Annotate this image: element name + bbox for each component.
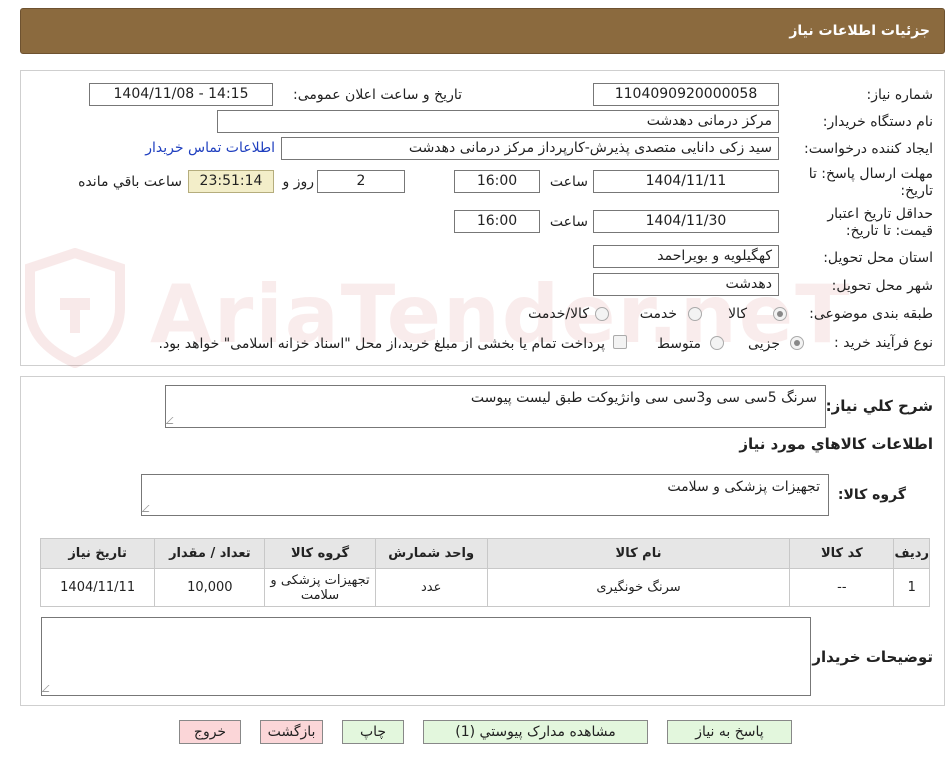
cell-item-code: -- [789,568,895,607]
page-title: جزئیات اطلاعات نیاز [789,23,930,39]
remaining-time-timer: 23:51:14 [188,170,274,193]
page-header: جزئیات اطلاعات نیاز [20,8,945,54]
buyer-org-label: نام دستگاه خریدار: [822,114,933,130]
announce-label: تاریخ و ساعت اعلان عمومی: [293,87,462,103]
reply-deadline-days: 2 [317,170,405,193]
buyer-notes-label: توضیحات خریدار: [806,648,933,666]
province-field: کهگیلویه و بویراحمد [593,245,779,268]
category-option-goods-service: کالا/خدمت [528,306,589,322]
category-label: طبقه بندی موضوعی: [809,306,933,322]
category-radio-service[interactable] [688,307,702,321]
goods-group-textarea[interactable]: تجهیزات پزشکی و سلامت [141,474,829,516]
goods-table: ردیف کد کالا نام کالا واحد شمارش گروه کا… [39,538,930,607]
header-need-date: تاریخ نیاز [39,538,156,569]
price-validity-time: 16:00 [454,210,540,233]
reply-deadline-label: مهلت ارسال پاسخ: تا تاریخ: [808,166,933,199]
requester-label: ایجاد کننده درخواست: [804,141,933,157]
header-quantity: تعداد / مقدار [154,538,266,569]
summary-label: شرح کلي نياز: [825,397,933,415]
treasury-payment-checkbox[interactable] [613,335,627,349]
purchase-type-option-minor: جزیی [748,336,780,352]
requester-field: سید زکی دانایی متصدی پذیرش-کارپرداز مرکز… [281,137,779,160]
back-button[interactable]: بازگشت [260,720,323,744]
header-goods-group: گروه کالا [264,538,376,569]
buyer-contact-link[interactable]: اطلاعات تماس خریدار [145,140,275,156]
need-number-field: 1104090920000058 [593,83,779,106]
city-field: دهدشت [593,273,779,296]
exit-button[interactable]: خروج [179,720,241,744]
goods-group-resize-handle[interactable] [143,504,153,514]
reply-deadline-days-label: روز و [282,174,315,190]
summary-textarea[interactable]: سرنگ 5سی سی و3سی سی وانژیوکت طبق لیست پی… [165,385,826,428]
remaining-time-label: ساعت باقي مانده [78,174,182,190]
header-unit: واحد شمارش [374,538,488,569]
buyer-org-field: مرکز درمانی دهدشت [217,110,779,133]
price-validity-label: حداقل تاریخ اعتبار قیمت: تا تاریخ: [827,206,933,239]
cell-unit: عدد [374,568,488,607]
purchase-type-radio-medium[interactable] [710,336,724,350]
summary-resize-handle[interactable] [167,416,177,426]
buyer-notes-textarea[interactable] [41,617,811,696]
announce-field: 1404/11/08 - 14:15 [89,83,273,106]
goods-group-label: گروه کالا: [837,487,906,503]
purchase-type-option-medium: متوسط [657,336,701,352]
goods-table-header: ردیف کد کالا نام کالا واحد شمارش گروه کا… [39,538,930,569]
reply-deadline-time-label: ساعت [549,174,588,190]
reply-deadline-date: 1404/11/11 [593,170,779,193]
purchase-type-radio-minor[interactable] [790,336,804,350]
cell-goods-group: تجهیزات پزشکی و سلامت [264,568,376,607]
header-item-name: نام کالا [486,538,791,569]
treasury-payment-note: پرداخت تمام یا بخشی از مبلغ خرید،از محل … [158,336,605,352]
purchase-type-label: نوع فرآیند خرید : [834,335,933,351]
city-label: شهر محل تحویل: [831,278,933,294]
print-button[interactable]: چاپ [342,720,404,744]
header-item-code: کد کالا [789,538,895,569]
province-label: استان محل تحویل: [823,250,933,266]
header-row-number: ردیف [893,538,930,569]
category-radio-goods-service[interactable] [595,307,609,321]
category-option-service: خدمت [639,306,677,322]
buyer-notes-resize-handle[interactable] [43,684,53,694]
view-attachments-button[interactable]: مشاهده مدارک پیوستي (1) [423,720,648,744]
price-validity-time-label: ساعت [549,214,588,230]
cell-need-date: 1404/11/11 [39,568,156,607]
category-option-goods: کالا [728,306,747,322]
need-number-label: شماره نیاز: [866,87,934,103]
category-radio-goods[interactable] [773,307,787,321]
table-row: 1 -- سرنگ خونگیری عدد تجهیزات پزشکی و سل… [39,568,930,607]
reply-deadline-time: 16:00 [454,170,540,193]
cell-quantity: 10,000 [154,568,266,607]
price-validity-date: 1404/11/30 [593,210,779,233]
reply-to-need-button[interactable]: پاسخ به نیاز [667,720,792,744]
goods-section-title: اطلاعات کالاهاي مورد نياز [739,435,933,453]
cell-row-number: 1 [893,568,930,607]
cell-item-name: سرنگ خونگیری [486,568,791,607]
